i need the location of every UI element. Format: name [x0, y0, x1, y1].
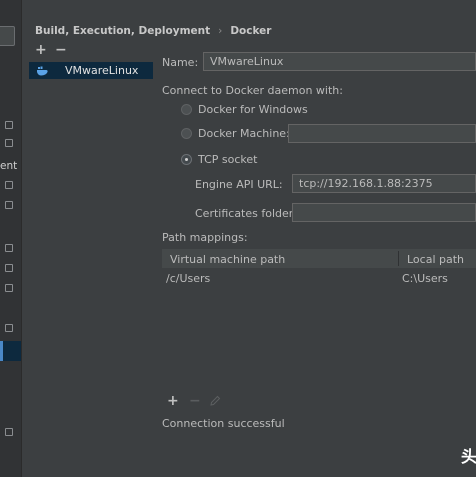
add-server-button[interactable]: + [35, 43, 47, 57]
column-header-vm-path[interactable]: Virtual machine path [170, 253, 285, 266]
breadcrumb-current: Docker [230, 25, 272, 37]
certificates-folder-input[interactable] [292, 203, 476, 222]
vm-path-cell: /c/Users [166, 272, 211, 285]
connection-status: Connection successful [162, 417, 285, 430]
engine-api-url-label: Engine API URL: [195, 178, 283, 191]
watermark-logo: 头 [461, 447, 476, 466]
project-settings-icon [5, 181, 13, 189]
project-settings-icon [5, 201, 13, 209]
server-list-item-label: VMwareLinux [65, 64, 139, 77]
name-input[interactable]: VMwareLinux [203, 52, 476, 71]
sidebar-item-label[interactable]: ent [0, 160, 17, 172]
project-settings-icon [5, 324, 13, 332]
column-divider[interactable] [398, 251, 399, 266]
docker-whale-icon [37, 66, 48, 76]
path-mappings-heading: Path mappings: [162, 231, 248, 244]
docker-machine-select[interactable] [288, 124, 476, 143]
connect-heading: Connect to Docker daemon with: [162, 84, 343, 97]
tcp-socket-label: TCP socket [198, 153, 258, 166]
docker-for-windows-label: Docker for Windows [198, 103, 308, 116]
docker-server-list [28, 58, 156, 477]
name-label: Name: [162, 56, 199, 69]
docker-machine-radio[interactable] [181, 128, 192, 139]
remove-mapping-button[interactable]: − [189, 394, 201, 408]
docker-for-windows-radio[interactable] [181, 104, 192, 115]
project-settings-icon [5, 244, 13, 252]
column-header-local-path[interactable]: Local path [407, 253, 464, 266]
project-settings-icon [5, 121, 13, 129]
project-settings-icon [5, 428, 13, 436]
local-path-cell: C:\Users [402, 272, 448, 285]
engine-api-url-input[interactable]: tcp://192.168.1.88:2375 [292, 174, 476, 193]
settings-sidebar [0, 0, 22, 477]
remove-server-button[interactable]: − [55, 43, 67, 57]
tcp-socket-radio[interactable] [181, 154, 192, 165]
project-settings-icon [5, 284, 13, 292]
project-settings-icon [5, 139, 13, 147]
add-mapping-button[interactable]: + [167, 394, 179, 408]
sidebar-item-docker[interactable] [0, 341, 21, 361]
breadcrumb-parent: Build, Execution, Deployment [35, 25, 211, 37]
breadcrumb-separator-icon: › [218, 25, 223, 37]
pencil-icon[interactable] [210, 395, 221, 406]
breadcrumb: Build, Execution, Deployment › Docker [35, 25, 271, 37]
certificates-folder-label: Certificates folder: [195, 207, 297, 220]
project-settings-icon [5, 264, 13, 272]
settings-search-input[interactable] [0, 26, 15, 46]
docker-machine-label: Docker Machine: [198, 127, 290, 140]
